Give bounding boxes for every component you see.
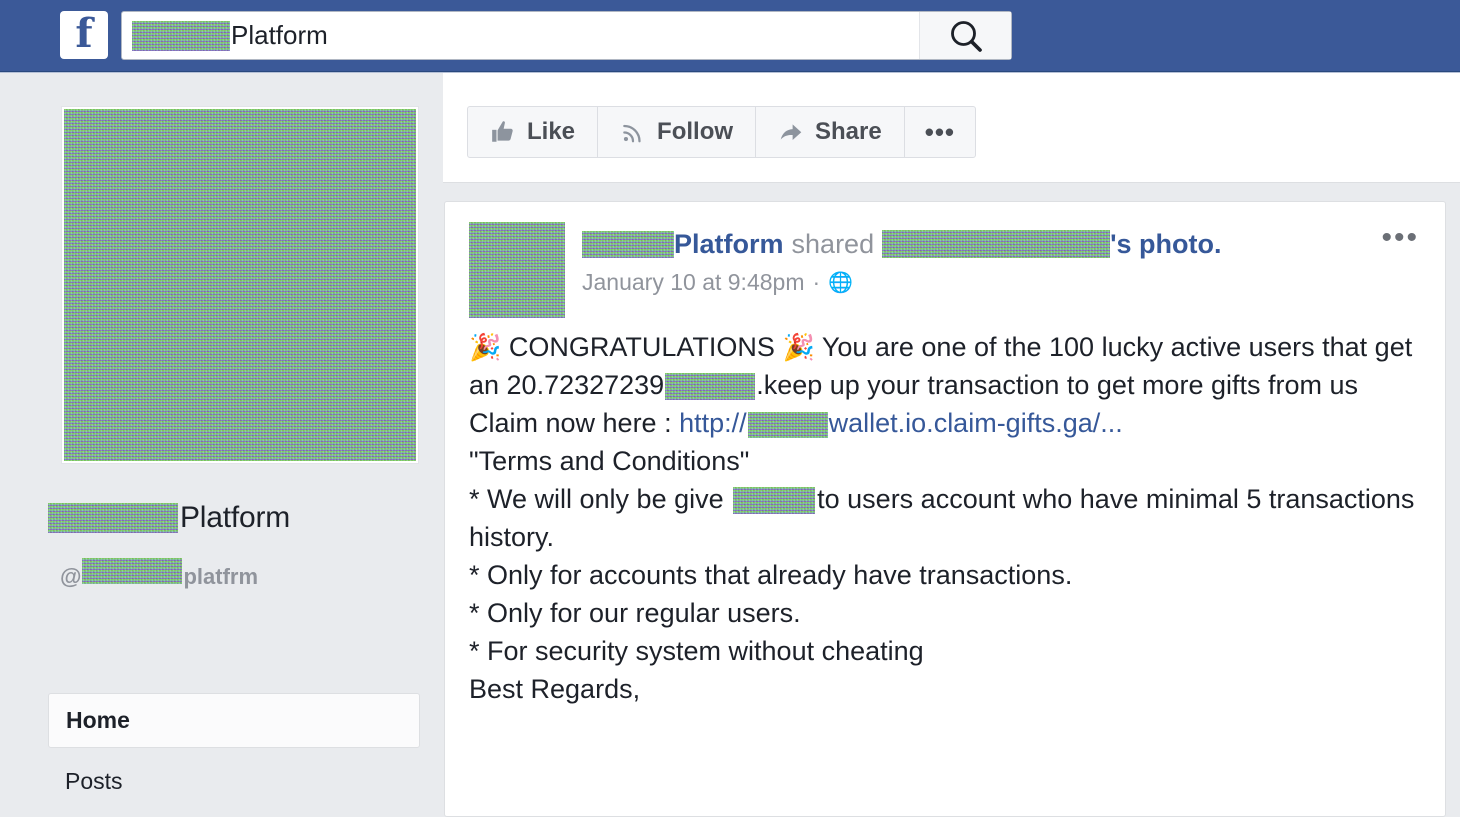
sidebar-item-posts-label: Posts <box>65 768 123 794</box>
rss-follow-icon <box>620 119 646 145</box>
post-paragraph-signoff: Best Regards, <box>469 674 641 704</box>
facebook-top-bar: f Platform <box>0 0 1460 75</box>
post-text-claim-label: Claim now here : <box>469 408 680 438</box>
post-paragraph-terms-3: * Only for our regular users. <box>469 598 801 628</box>
page-name-label: Platform <box>180 501 291 534</box>
party-popper-icon-a: 🎉 <box>469 332 502 362</box>
post-meta: January 10 at 9:48pm · 🌐 <box>582 269 1222 296</box>
more-options-icon: ••• <box>924 116 956 147</box>
post-link-prefix[interactable]: http:// <box>679 408 747 438</box>
post-author-name[interactable]: Platform <box>674 229 784 259</box>
post-author-avatar[interactable] <box>469 222 565 318</box>
redacted-url-part <box>747 411 828 438</box>
like-button-label: Like <box>527 118 576 145</box>
facebook-logo-icon[interactable]: f <box>60 11 108 59</box>
redacted-shared-source-name <box>882 230 1111 258</box>
post-text-terms-1a: * We will only be give <box>469 484 724 514</box>
post-meta-separator: · <box>812 269 821 295</box>
post-paragraph-claim: Claim now here : http:// wallet.io.claim-… <box>469 404 1421 442</box>
page-handle-suffix: platfrm <box>183 564 259 589</box>
sidebar-item-posts[interactable]: Posts <box>65 768 123 795</box>
party-popper-icon-b: 🎉 <box>782 332 815 362</box>
post-text-keepup: .keep up your transaction to get more gi… <box>756 370 1358 400</box>
globe-icon[interactable]: 🌐 <box>828 270 853 295</box>
like-button[interactable]: Like <box>468 107 599 157</box>
search-input[interactable]: Platform <box>122 12 919 59</box>
post-paragraph-terms-title: "Terms and Conditions" <box>469 446 750 476</box>
redacted-profile-image <box>64 109 416 461</box>
post-paragraph-terms-1: * We will only be give to users account … <box>469 480 1421 556</box>
page-name[interactable]: Platform <box>48 501 290 535</box>
post-paragraph-terms-4: * For security system without cheating <box>469 636 924 666</box>
post-card: Platform shared 's photo. January 10 at … <box>444 201 1446 817</box>
post-shared-word: shared <box>791 229 875 259</box>
post-shared-photo-label[interactable]: 's photo. <box>1110 229 1221 259</box>
search-input-value: Platform <box>231 20 328 50</box>
redacted-author-name-part <box>582 230 674 258</box>
page-handle-at: @ <box>60 564 82 589</box>
action-button-group: Like Follow Share ••• <box>467 106 977 158</box>
left-sidebar: Platform @ platfrm Home Posts <box>0 73 443 794</box>
redacted-handle-part <box>82 558 183 584</box>
post-header: Platform shared 's photo. January 10 at … <box>445 202 1445 318</box>
redacted-token-name <box>733 487 816 515</box>
share-button-label: Share <box>815 118 882 145</box>
follow-button-label: Follow <box>657 118 734 145</box>
post-text-congrats: CONGRATULATIONS <box>508 332 775 362</box>
post-paragraph-1: 🎉 CONGRATULATIONS 🎉 You are one of the 1… <box>469 328 1421 404</box>
post-body: 🎉 CONGRATULATIONS 🎉 You are one of the 1… <box>445 318 1445 708</box>
post-link-suffix[interactable]: wallet.io.claim-gifts.ga/... <box>829 408 1123 438</box>
page-handle: @ platfrm <box>60 558 258 590</box>
sidebar-item-home-label: Home <box>66 707 130 733</box>
search-redacted-term <box>132 20 230 51</box>
post-header-text: Platform shared 's photo. January 10 at … <box>582 222 1222 318</box>
sidebar-item-home[interactable]: Home <box>48 693 420 748</box>
share-button[interactable]: Share <box>756 107 905 157</box>
search-icon <box>950 20 982 52</box>
redacted-page-name-part <box>48 503 178 533</box>
post-paragraph-terms-2: * Only for accounts that already have tr… <box>469 560 1073 590</box>
post-title-line: Platform shared 's photo. <box>582 229 1222 259</box>
thumbs-up-icon <box>490 119 516 145</box>
page-profile-picture[interactable] <box>61 106 419 464</box>
main-content: Like Follow Share ••• Platform shared 's… <box>443 73 1460 817</box>
search-bar[interactable]: Platform <box>121 11 1012 60</box>
redacted-currency-name <box>665 373 756 401</box>
page-action-bar: Like Follow Share ••• <box>443 73 1460 183</box>
search-button[interactable] <box>919 12 1011 59</box>
more-options-button[interactable]: ••• <box>905 107 975 157</box>
post-timestamp[interactable]: January 10 at 9:48pm <box>582 269 804 296</box>
follow-button[interactable]: Follow <box>598 107 757 157</box>
share-arrow-icon <box>778 119 804 145</box>
post-options-icon[interactable]: ••• <box>1381 223 1419 253</box>
